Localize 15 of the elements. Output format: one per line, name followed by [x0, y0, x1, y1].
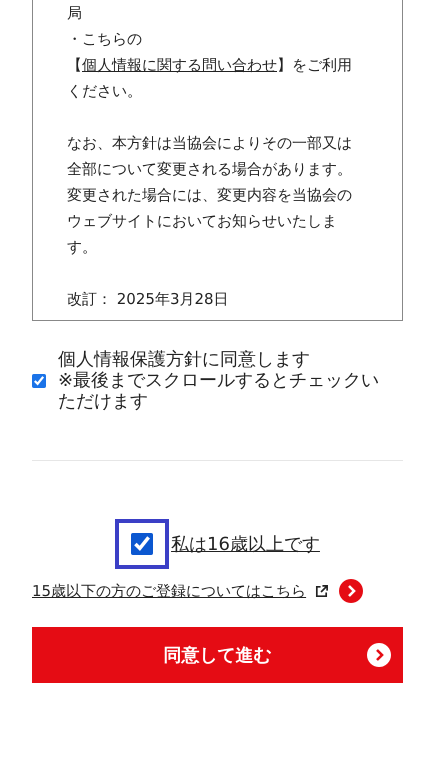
policy-paragraph: ・こちらの【個人情報に関する問い合わせ】をご利用ください。	[67, 29, 353, 102]
policy-paragraph: なお、本方針は当協会によりその一部又は全部について変更される場合があります。変更された場合には、変更内容を当協会のウェブサイトにおいてお知らせいたします。	[67, 133, 353, 258]
policy-paragraph: 局	[67, 3, 83, 24]
inquiry-link[interactable]: 個人情報に関する問い合わせ	[82, 56, 277, 74]
agree-checkbox[interactable]	[32, 374, 46, 388]
under-age-link[interactable]: 15歳以下の方のご登録についてはこちら	[32, 582, 306, 600]
policy-paragraph: 改訂： 2025年3月28日	[67, 289, 230, 310]
scroll-note: ※最後までスクロールするとチェックいただけます	[58, 370, 380, 412]
chevron-circle-icon	[367, 643, 391, 667]
agree-label: 個人情報保護方針に同意します	[58, 349, 311, 370]
agree-proceed-button[interactable]: 同意して進む	[32, 627, 403, 683]
age-label[interactable]: 私は16歳以上です	[171, 532, 320, 556]
chevron-circle-icon[interactable]	[339, 579, 364, 603]
age-checkbox[interactable]	[131, 533, 154, 555]
external-link-icon	[314, 584, 330, 598]
